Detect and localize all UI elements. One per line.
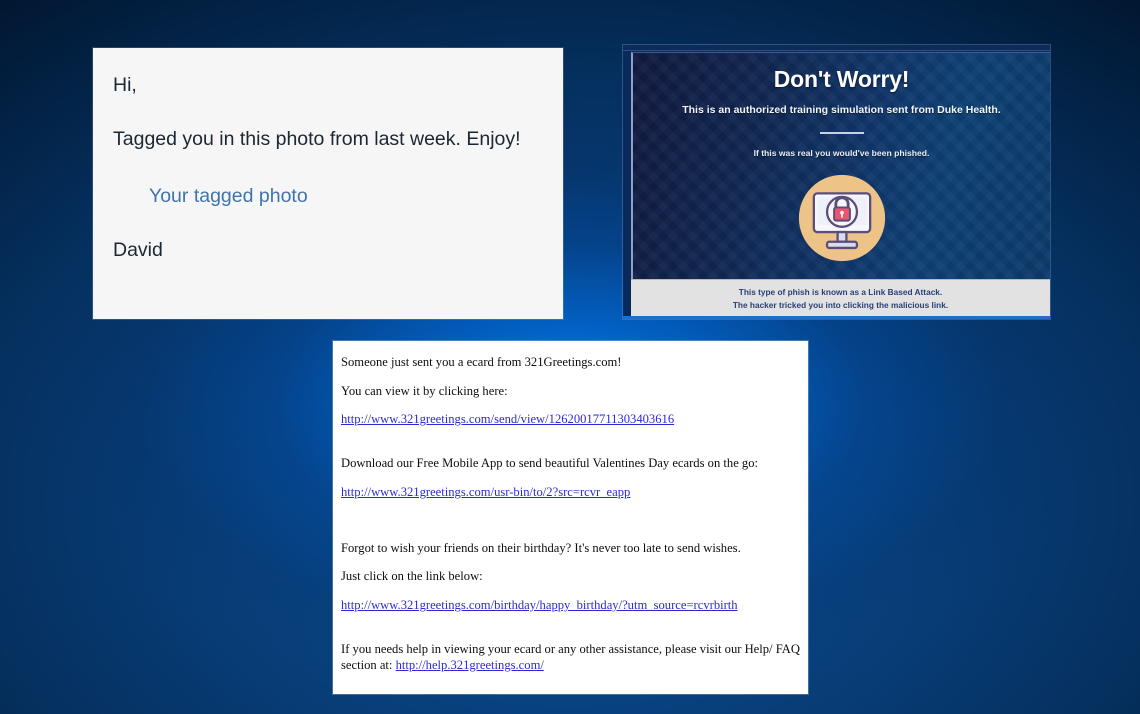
ecard-view-prompt: You can view it by clicking here: xyxy=(341,383,508,398)
tagged-photo-email-panel: Hi, Tagged you in this photo from last w… xyxy=(93,48,563,319)
ecard-birthday-link[interactable]: http://www.321greetings.com/birthday/hap… xyxy=(341,598,738,612)
dont-worry-top-rule xyxy=(623,45,1050,51)
your-tagged-photo-link[interactable]: Your tagged photo xyxy=(149,185,308,207)
ecard-help-row: If you needs help in viewing your ecard … xyxy=(341,642,800,673)
ecard-birthday-click: Just click on the link below: xyxy=(341,569,483,584)
dont-worry-footer-line-1: This type of phish is known as a Link Ba… xyxy=(738,287,943,298)
ecard-email-body: Someone just sent you a ecard from 321Gr… xyxy=(333,341,808,694)
dont-worry-footer: This type of phish is known as a Link Ba… xyxy=(631,279,1050,317)
tagged-email-message: Tagged you in this photo from last week.… xyxy=(113,128,521,151)
ecard-email-panel: Someone just sent you a ecard from 321Gr… xyxy=(333,341,808,694)
ecard-intro-text: Someone just sent you a ecard from 321Gr… xyxy=(341,355,622,369)
dont-worry-footer-line-2: The hacker tricked you into clicking the… xyxy=(732,299,949,310)
ecard-birthday-prompt: Forgot to wish your friends on their bir… xyxy=(341,540,741,555)
ecard-app-prompt: Download our Free Mobile App to send bea… xyxy=(341,456,759,471)
ecard-help-faq-link[interactable]: http://help.321greetings.com/ xyxy=(396,658,544,672)
ecard-app-link-row: http://www.321greetings.com/usr-bin/to/2… xyxy=(341,485,800,501)
dont-worry-subheading: This is an authorized training simulatio… xyxy=(682,104,1001,116)
screenshot-stage: Hi, Tagged you in this photo from last w… xyxy=(0,0,1140,714)
ecard-birthday-link-row: http://www.321greetings.com/birthday/hap… xyxy=(341,598,800,614)
dont-worry-content-area: Don't Worry! This is an authorized train… xyxy=(631,52,1050,280)
tagged-email-signature: David xyxy=(113,239,163,262)
ecard-view-link-row: http://www.321greetings.com/send/view/12… xyxy=(341,412,800,428)
locked-monitor-icon xyxy=(798,174,886,262)
ecard-mobile-app-link[interactable]: http://www.321greetings.com/usr-bin/to/2… xyxy=(341,485,630,499)
dont-worry-heading: Don't Worry! xyxy=(773,66,910,92)
dont-worry-training-panel: Don't Worry! This is an authorized train… xyxy=(623,45,1050,319)
ecard-view-link[interactable]: http://www.321greetings.com/send/view/12… xyxy=(341,412,674,426)
dont-worry-note: If this was real you would've been phish… xyxy=(753,148,930,158)
tagged-email-greeting: Hi, xyxy=(113,74,137,96)
dont-worry-divider xyxy=(819,132,864,134)
dont-worry-bottom-edge xyxy=(623,316,1050,319)
tagged-photo-email-body: Hi, Tagged you in this photo from last w… xyxy=(93,48,563,262)
tagged-email-link-row: Your tagged photo xyxy=(149,185,535,207)
